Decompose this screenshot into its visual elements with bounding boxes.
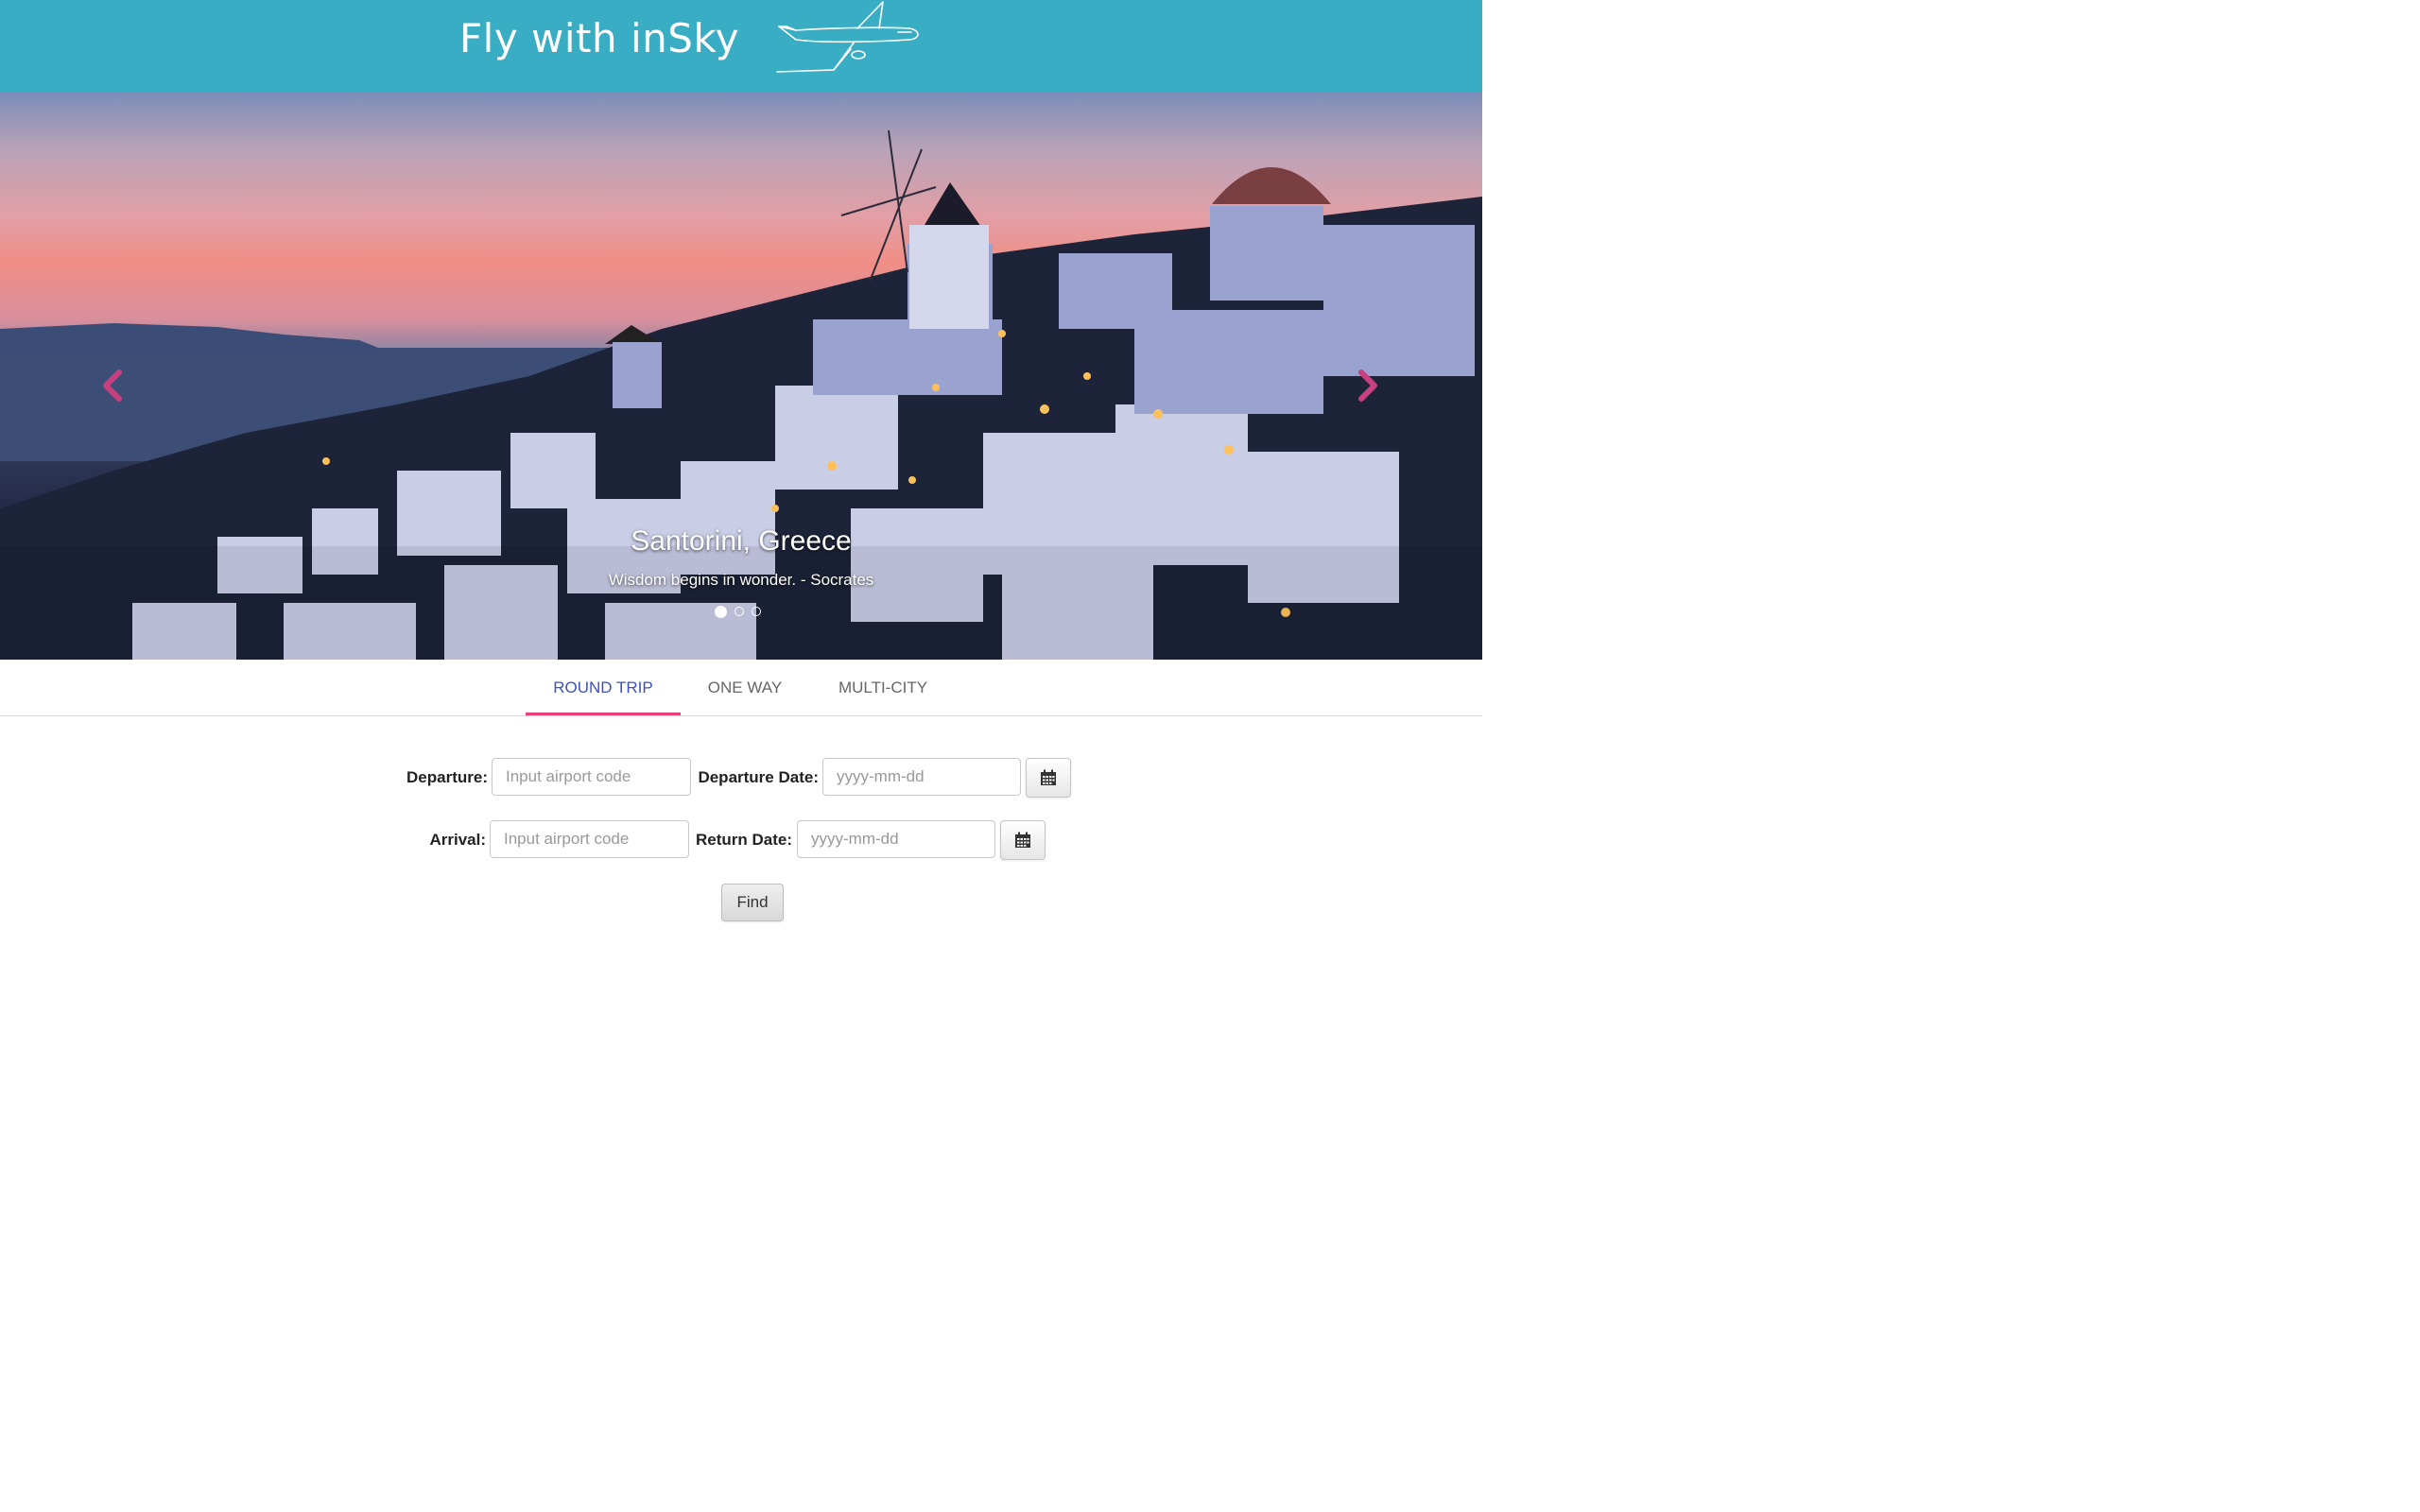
departure-date-input[interactable] bbox=[822, 758, 1021, 796]
departure-label: Departure: bbox=[406, 768, 488, 786]
arrival-input[interactable] bbox=[490, 820, 689, 858]
carousel-indicator-1[interactable] bbox=[715, 606, 727, 618]
hero-carousel: Santorini, Greece Wisdom begins in wonde… bbox=[0, 93, 1482, 660]
return-date-calendar-button[interactable] bbox=[1000, 820, 1046, 860]
departure-date-label: Departure Date: bbox=[698, 768, 819, 786]
chevron-right-icon bbox=[1358, 369, 1377, 402]
carousel-indicator-2[interactable] bbox=[735, 607, 744, 616]
airplane-logo-icon bbox=[776, 1, 919, 73]
tab-one-way[interactable]: ONE WAY bbox=[688, 660, 802, 714]
calendar-icon bbox=[1015, 832, 1030, 848]
header-bar: Fly with inSky bbox=[0, 0, 1482, 93]
trip-type-tabs: ROUND TRIP ONE WAY MULTI-CITY bbox=[0, 660, 1482, 716]
departure-input[interactable] bbox=[492, 758, 691, 796]
departure-date-calendar-button[interactable] bbox=[1026, 758, 1071, 798]
find-button[interactable]: Find bbox=[721, 884, 784, 921]
carousel-indicators bbox=[715, 606, 761, 618]
brand-title: Fly with inSky bbox=[459, 15, 740, 61]
tab-round-trip[interactable]: ROUND TRIP bbox=[526, 660, 681, 715]
calendar-icon bbox=[1041, 769, 1056, 785]
arrival-label: Arrival: bbox=[429, 831, 486, 849]
carousel-caption-title: Santorini, Greece bbox=[631, 525, 852, 557]
chevron-left-icon bbox=[103, 369, 122, 402]
tab-multi-city[interactable]: MULTI-CITY bbox=[821, 660, 945, 714]
carousel-caption-text: Wisdom begins in wonder. - Socrates bbox=[608, 571, 874, 589]
carousel-indicator-3[interactable] bbox=[752, 607, 761, 616]
carousel-prev-button[interactable] bbox=[95, 367, 132, 404]
return-date-label: Return Date: bbox=[695, 831, 792, 849]
carousel-next-button[interactable] bbox=[1348, 367, 1386, 404]
return-date-input[interactable] bbox=[797, 820, 995, 858]
